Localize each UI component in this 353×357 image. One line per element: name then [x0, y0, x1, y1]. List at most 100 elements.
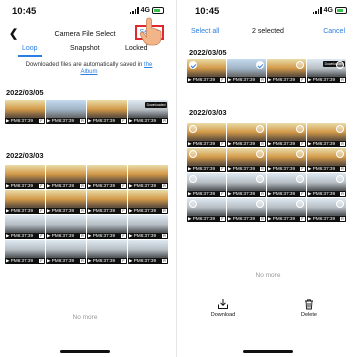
pointing-hand-icon	[139, 17, 162, 46]
checkbox-icon[interactable]	[189, 175, 197, 183]
camera-tag: R	[260, 142, 265, 146]
camera-tag: R	[162, 119, 167, 123]
video-thumbnail[interactable]: ▶ PM6:37:39 R	[227, 198, 266, 222]
checkbox-icon[interactable]	[256, 175, 264, 183]
battery-icon	[335, 7, 347, 14]
video-thumbnail[interactable]: ▶ PM6:37:39 F	[87, 215, 127, 239]
checkbox-icon[interactable]	[296, 150, 304, 158]
video-thumbnail[interactable]: ▶ PM6:37:39 F	[187, 148, 226, 172]
checkbox-icon[interactable]	[189, 125, 197, 133]
thumbnail-grid: ▶ PM6:37:39 F ▶ PM6:37:39 R ▶ PM6:37:39 F ▶ PM…	[5, 100, 168, 124]
camera-file-select-screen: 10:45 4G ❮ Camera File Select Select Loo…	[0, 0, 170, 357]
selection-header: Select all 2 selected Cancel	[183, 28, 353, 40]
camera-tag: F	[220, 142, 225, 146]
video-thumbnail[interactable]: ▶ PM6:37:39 F	[187, 198, 226, 222]
video-thumbnail[interactable]: ▶ PM6:37:39 F	[187, 123, 226, 147]
no-more-text: No more	[255, 272, 281, 279]
video-thumbnail[interactable]: ▶ PM6:37:39 F	[5, 100, 45, 124]
video-thumbnail[interactable]: ▶ PM6:37:39 R	[128, 165, 168, 189]
video-thumbnail[interactable]: ▶ PM6:37:39 R	[46, 215, 86, 239]
download-button[interactable]: Download	[203, 298, 243, 318]
video-thumbnail[interactable]: ▶ PM6:37:39 F	[187, 173, 226, 197]
video-thumbnail[interactable]: ▶ PM6:37:39 F	[187, 59, 226, 83]
video-thumbnail[interactable]: ▶ PM6:37:39 R	[307, 198, 346, 222]
video-thumbnail[interactable]: ▶ PM6:37:39 R	[128, 240, 168, 264]
video-thumbnail[interactable]: ▶ PM6:37:39 R	[227, 123, 266, 147]
video-thumbnail[interactable]: ▶ PM6:37:39 F	[267, 59, 306, 83]
video-thumbnail[interactable]: ▶ PM6:37:39 R	[128, 190, 168, 214]
checkbox-icon[interactable]	[296, 175, 304, 183]
checkbox-icon[interactable]	[336, 61, 344, 69]
camera-tag: R	[340, 217, 345, 221]
bottom-toolbar: Download Delete	[183, 298, 353, 328]
checkbox-icon[interactable]	[189, 200, 197, 208]
video-thumbnail[interactable]: ▶ PM6:37:39 F	[87, 100, 127, 124]
camera-tag: F	[220, 167, 225, 171]
video-thumbnail[interactable]: ▶ PM6:37:39 F	[87, 240, 127, 264]
checkbox-checked-icon[interactable]	[256, 61, 264, 69]
video-thumbnail[interactable]: ▶ PM6:37:39 R	[46, 190, 86, 214]
video-thumbnail[interactable]: ▶ PM6:37:39 F	[87, 190, 127, 214]
video-thumbnail[interactable]: ▶ PM6:37:39 F	[267, 198, 306, 222]
camera-tag: F	[300, 217, 305, 221]
camera-tag: F	[300, 167, 305, 171]
camera-tag: F	[220, 217, 225, 221]
checkbox-icon[interactable]	[189, 150, 197, 158]
camera-tag: R	[162, 234, 167, 238]
video-thumbnail[interactable]: ▶ PM6:37:39 R	[128, 215, 168, 239]
video-thumbnail[interactable]: ▶ PM6:37:39 F	[87, 165, 127, 189]
checkbox-icon[interactable]	[296, 125, 304, 133]
camera-tag: F	[39, 184, 44, 188]
downloaded-badge: Downloaded	[145, 102, 167, 108]
camera-tag: R	[162, 259, 167, 263]
video-thumbnail[interactable]: ▶ PM6:37:39 R	[227, 148, 266, 172]
camera-tag: F	[300, 192, 305, 196]
video-thumbnail[interactable]: ▶ PM6:37:39 F	[267, 123, 306, 147]
video-thumbnail[interactable]: ▶ PM6:37:39 R	[227, 59, 266, 83]
camera-tag: F	[39, 259, 44, 263]
thumbnail-grid: ▶ PM6:37:39 F ▶ PM6:37:39 R ▶ PM6:37:39 F ▶ PM…	[5, 165, 168, 264]
tab-locked[interactable]: Locked	[125, 45, 148, 52]
delete-button[interactable]: Delete	[289, 298, 329, 318]
checkbox-icon[interactable]	[296, 61, 304, 69]
tab-snapshot[interactable]: Snapshot	[70, 45, 100, 52]
download-notice: Downloaded files are automatically saved…	[25, 62, 153, 75]
camera-tag: F	[39, 209, 44, 213]
video-thumbnail[interactable]: ▶ PM6:37:39 R	[227, 173, 266, 197]
checkbox-icon[interactable]	[336, 175, 344, 183]
video-thumbnail[interactable]: ▶ PM6:37:39 F	[5, 165, 45, 189]
camera-tag: R	[260, 217, 265, 221]
checkbox-icon[interactable]	[256, 200, 264, 208]
video-thumbnail[interactable]: ▶ PM6:37:39 R	[307, 173, 346, 197]
checkbox-icon[interactable]	[296, 200, 304, 208]
video-thumbnail[interactable]: ▶ PM6:37:39 F	[5, 190, 45, 214]
video-thumbnail[interactable]: ▶ PM6:37:39 R	[307, 148, 346, 172]
video-thumbnail[interactable]: ▶ PM6:37:39 F	[267, 148, 306, 172]
camera-tag: F	[300, 142, 305, 146]
checkbox-icon[interactable]	[256, 150, 264, 158]
camera-tag: R	[260, 192, 265, 196]
video-thumbnail[interactable]: ▶ PM6:37:39 F	[267, 173, 306, 197]
checkbox-checked-icon[interactable]	[189, 61, 197, 69]
video-thumbnail[interactable]: ▶ PM6:37:39 R Downloaded	[307, 59, 346, 83]
camera-tag: R	[340, 142, 345, 146]
video-thumbnail[interactable]: ▶ PM6:37:39 R Downloaded	[128, 100, 168, 124]
video-thumbnail[interactable]: ▶ PM6:37:39 R	[46, 165, 86, 189]
video-thumbnail[interactable]: ▶ PM6:37:39 F	[5, 215, 45, 239]
camera-tag: R	[162, 184, 167, 188]
video-thumbnail[interactable]: ▶ PM6:37:39 R	[46, 240, 86, 264]
camera-tag: F	[300, 78, 305, 82]
network-type: 4G	[323, 7, 333, 14]
video-thumbnail[interactable]: ▶ PM6:37:39 R	[46, 100, 86, 124]
checkbox-icon[interactable]	[336, 200, 344, 208]
camera-tag: R	[340, 167, 345, 171]
video-thumbnail[interactable]: ▶ PM6:37:39 R	[307, 123, 346, 147]
checkbox-icon[interactable]	[256, 125, 264, 133]
video-thumbnail[interactable]: ▶ PM6:37:39 F	[5, 240, 45, 264]
checkbox-icon[interactable]	[336, 125, 344, 133]
camera-tag: R	[260, 167, 265, 171]
checkbox-icon[interactable]	[336, 150, 344, 158]
cancel-button[interactable]: Cancel	[323, 28, 345, 35]
tab-loop[interactable]: Loop	[22, 45, 38, 52]
camera-tag: R	[340, 192, 345, 196]
